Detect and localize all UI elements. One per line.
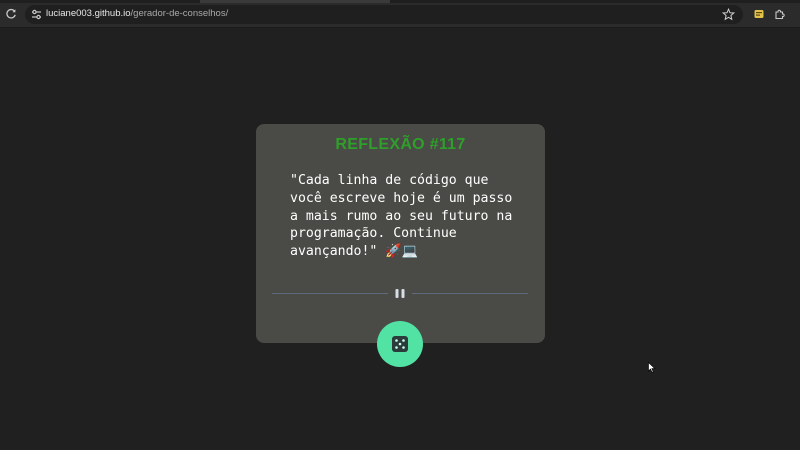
url-text[interactable]: luciane003.github.io/gerador-de-conselho… xyxy=(46,8,228,19)
tab-strip xyxy=(0,0,800,3)
tab-strip-highlight xyxy=(200,0,390,3)
divider-line-left xyxy=(272,293,388,294)
pause-icon xyxy=(395,289,405,298)
url-host: luciane003.github.io xyxy=(46,8,131,19)
advice-text: "Cada linha de código que você escreve h… xyxy=(290,173,513,260)
tune-icon[interactable] xyxy=(31,9,42,20)
reload-icon[interactable] xyxy=(5,8,17,20)
address-bar[interactable]: luciane003.github.io/gerador-de-conselho… xyxy=(25,5,743,24)
url-path: /gerador-de-conselhos/ xyxy=(130,8,229,19)
star-icon[interactable] xyxy=(722,8,735,21)
puzzle-icon[interactable] xyxy=(774,8,786,20)
dice-icon xyxy=(392,336,408,352)
advice-title: REFLEXÃO #117 xyxy=(335,136,466,153)
new-advice-button[interactable] xyxy=(377,321,423,367)
divider-line-right xyxy=(412,293,528,294)
advice-card: REFLEXÃO #117 "Cada linha de código que … xyxy=(256,124,545,343)
browser-toolbar: luciane003.github.io/gerador-de-conselho… xyxy=(0,0,800,28)
mouse-cursor-icon xyxy=(648,362,656,373)
extension-icon[interactable] xyxy=(754,9,764,19)
